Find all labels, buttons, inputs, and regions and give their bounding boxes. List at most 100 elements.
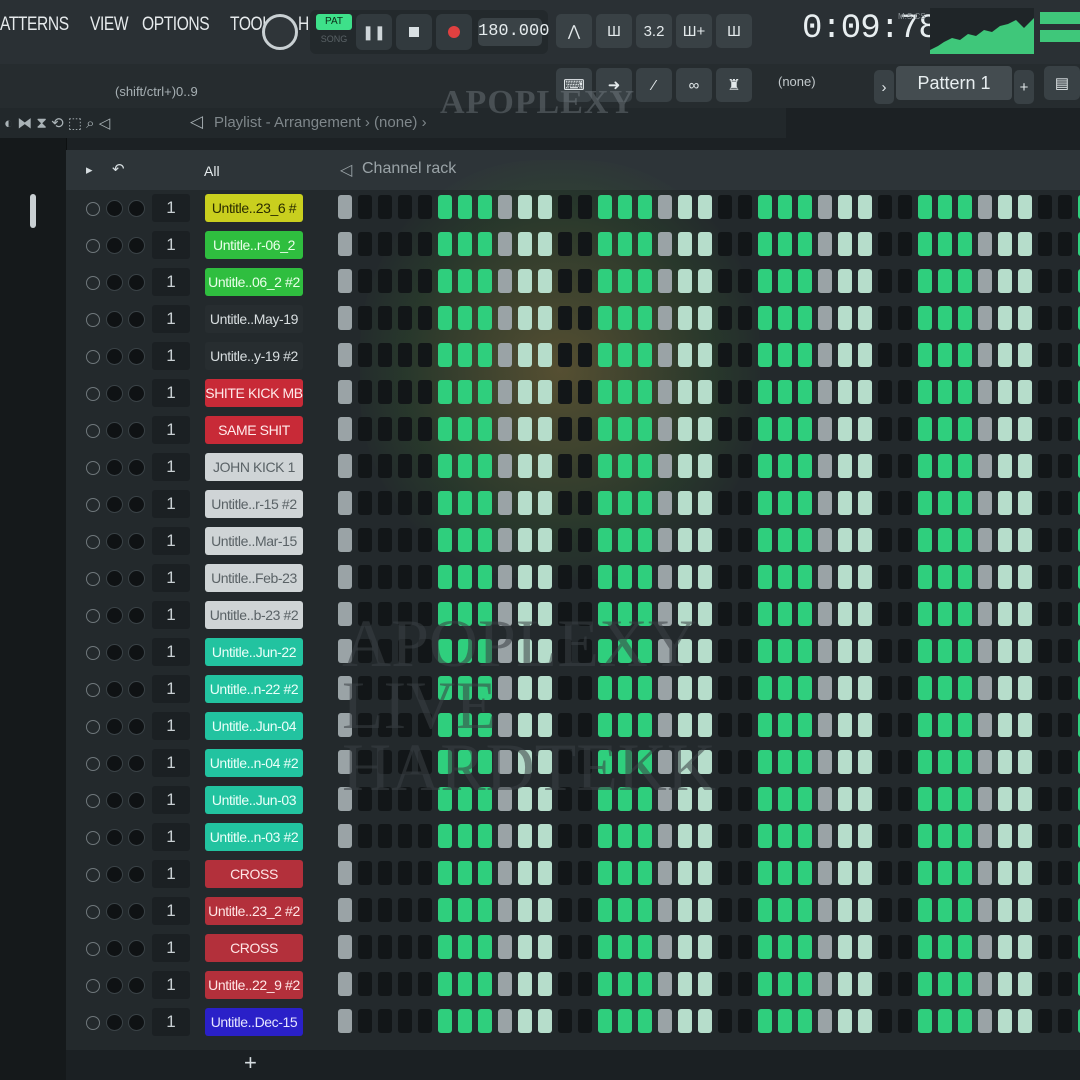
step-button[interactable] [418,195,432,219]
step-button[interactable] [418,269,432,293]
step-button[interactable] [778,343,792,367]
link-icon[interactable]: ∞ [676,68,712,102]
step-button[interactable] [898,491,912,515]
step-button[interactable] [958,676,972,700]
channel-mixer-track[interactable]: 1 [152,194,190,222]
step-button[interactable] [718,343,732,367]
step-button[interactable] [798,528,812,552]
step-button[interactable] [638,306,652,330]
step-button[interactable] [958,491,972,515]
step-button[interactable] [598,343,612,367]
step-button[interactable] [338,565,352,589]
step-button[interactable] [738,454,752,478]
step-button[interactable] [718,306,732,330]
step-button[interactable] [438,269,452,293]
step-button[interactable] [858,306,872,330]
step-button[interactable] [918,639,932,663]
step-button[interactable] [578,972,592,996]
channel-volume-knob[interactable] [128,977,145,994]
step-button[interactable] [658,528,672,552]
step-button[interactable] [698,1009,712,1033]
step-button[interactable] [458,861,472,885]
step-button[interactable] [638,1009,652,1033]
step-button[interactable] [398,1009,412,1033]
step-button[interactable] [818,343,832,367]
step-button[interactable] [698,491,712,515]
step-button[interactable] [498,306,512,330]
channel-pan-knob[interactable] [106,866,123,883]
step-button[interactable] [738,491,752,515]
step-button[interactable] [598,454,612,478]
step-button[interactable] [538,195,552,219]
step-button[interactable] [378,454,392,478]
step-button[interactable] [818,380,832,404]
step-button[interactable] [638,491,652,515]
step-button[interactable] [478,824,492,848]
channel-volume-knob[interactable] [128,348,145,365]
step-button[interactable] [558,861,572,885]
step-button[interactable] [998,602,1012,626]
step-button[interactable] [738,935,752,959]
step-button[interactable] [858,565,872,589]
step-button[interactable] [518,343,532,367]
step-button[interactable] [678,306,692,330]
step-button[interactable] [1058,676,1072,700]
step-button[interactable] [678,269,692,293]
step-button[interactable] [998,861,1012,885]
step-button[interactable] [458,565,472,589]
step-button[interactable] [718,195,732,219]
menu-options[interactable]: OPTIONS [142,14,210,50]
step-button[interactable] [558,343,572,367]
step-button[interactable] [418,491,432,515]
step-button[interactable] [878,232,892,256]
step-button[interactable] [438,306,452,330]
step-button[interactable] [538,306,552,330]
step-button[interactable] [998,639,1012,663]
mixer-icon[interactable]: ▤ [1044,66,1080,100]
step-button[interactable] [478,306,492,330]
channel-mute-led[interactable] [86,1016,100,1030]
step-button[interactable] [998,565,1012,589]
step-button[interactable] [978,528,992,552]
channel-pan-knob[interactable] [106,755,123,772]
step-button[interactable] [738,306,752,330]
step-button[interactable] [378,195,392,219]
step-button[interactable] [1058,935,1072,959]
step-button[interactable] [1058,972,1072,996]
step-button[interactable] [878,343,892,367]
step-button[interactable] [398,898,412,922]
channel-mute-led[interactable] [86,313,100,327]
step-button[interactable] [778,306,792,330]
step-button[interactable] [898,195,912,219]
step-button[interactable] [858,898,872,922]
step-button[interactable] [918,269,932,293]
step-button[interactable] [458,824,472,848]
step-button[interactable] [338,972,352,996]
step-button[interactable] [958,898,972,922]
step-button[interactable] [418,417,432,441]
step-button[interactable] [858,1009,872,1033]
step-button[interactable] [858,491,872,515]
step-button[interactable] [898,1009,912,1033]
step-button[interactable] [898,306,912,330]
step-button[interactable] [378,269,392,293]
step-button[interactable] [518,380,532,404]
step-button[interactable] [358,454,372,478]
step-button[interactable] [918,676,932,700]
step-button[interactable] [378,1009,392,1033]
step-button[interactable] [1018,232,1032,256]
step-button[interactable] [498,972,512,996]
step-button[interactable] [558,824,572,848]
step-button[interactable] [838,565,852,589]
step-button[interactable] [698,269,712,293]
step-button[interactable] [478,269,492,293]
channel-mixer-track[interactable]: 1 [152,675,190,703]
channel-pan-knob[interactable] [106,570,123,587]
step-button[interactable] [1058,454,1072,478]
add-pattern-icon[interactable]: + [1014,70,1034,104]
step-button[interactable] [478,195,492,219]
step-button[interactable] [918,306,932,330]
step-button[interactable] [338,898,352,922]
step-button[interactable] [978,565,992,589]
step-button[interactable] [518,195,532,219]
